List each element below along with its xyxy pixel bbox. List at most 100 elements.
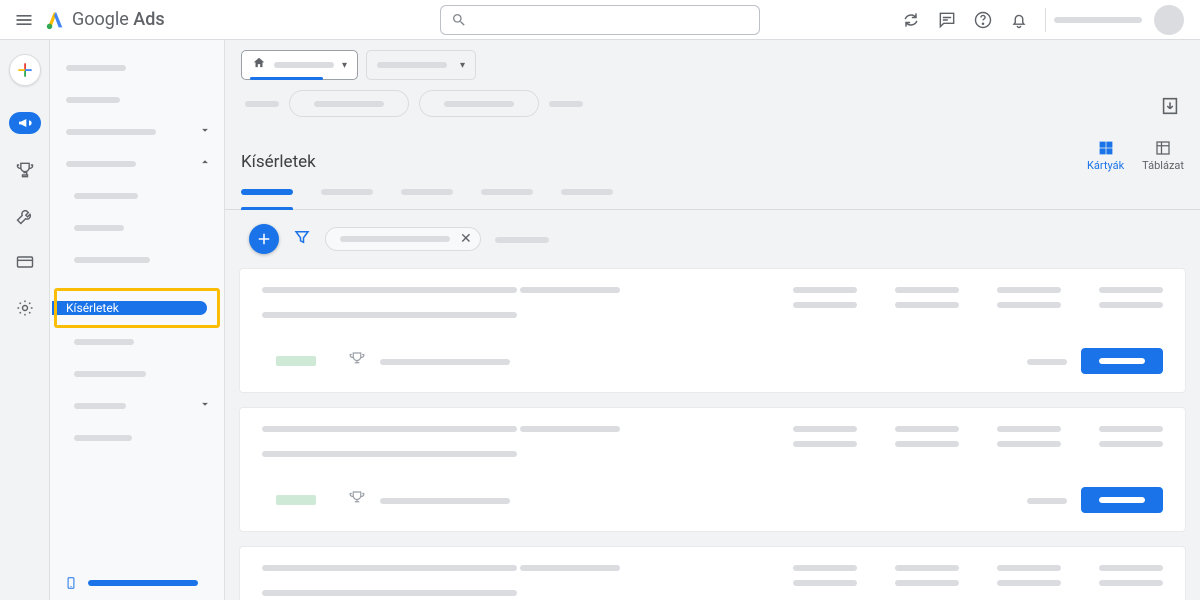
trophy-icon	[15, 160, 35, 180]
section-nav-item[interactable]	[50, 52, 224, 84]
trophy-icon	[348, 489, 366, 511]
avatar[interactable]	[1154, 5, 1184, 35]
tab[interactable]	[321, 184, 373, 209]
metric-column	[793, 565, 857, 600]
tab[interactable]	[561, 184, 613, 209]
plus-icon	[255, 230, 273, 248]
home-icon	[252, 56, 266, 74]
experiment-subtitle	[520, 426, 620, 432]
view-switch-label: Kártyák	[1087, 159, 1124, 172]
primary-action-button[interactable]	[1081, 348, 1163, 374]
section-nav-subitem[interactable]	[50, 358, 224, 390]
metric-column	[895, 287, 959, 322]
table-view-icon	[1154, 139, 1172, 157]
primary-action-button[interactable]	[1081, 487, 1163, 513]
account-switcher[interactable]	[1054, 17, 1142, 23]
rail-item-admin[interactable]	[15, 298, 35, 318]
download-icon	[1159, 95, 1181, 117]
experiment-title[interactable]	[262, 287, 517, 293]
main-content: ▾ ▾ Kísérletek Kártyák	[225, 40, 1200, 600]
breadcrumb-item[interactable]	[549, 96, 583, 111]
notifications-button[interactable]	[1001, 2, 1037, 38]
top-app-bar: Google Ads	[0, 0, 1200, 40]
chevron-down-icon	[198, 397, 212, 415]
section-nav-subitem[interactable]	[50, 180, 224, 212]
section-nav-item-experiments[interactable]: Kísérletek	[52, 301, 207, 315]
device-icon	[64, 576, 78, 590]
metric-column	[895, 565, 959, 600]
breadcrumb-chip[interactable]	[419, 90, 539, 117]
metric-column	[895, 426, 959, 461]
section-nav-subitem[interactable]	[50, 326, 224, 358]
campaign-scope-dropdown[interactable]: ▾	[366, 50, 476, 80]
refresh-icon	[901, 10, 921, 30]
view-switch-table[interactable]: Táblázat	[1142, 139, 1184, 172]
metric-column	[1099, 426, 1163, 461]
rail-item-goals[interactable]	[15, 160, 35, 180]
metric-column	[1099, 565, 1163, 600]
section-nav-item[interactable]	[50, 148, 224, 180]
filter-bar: ✕	[225, 210, 1200, 268]
refresh-button[interactable]	[893, 2, 929, 38]
help-icon	[973, 10, 993, 30]
funnel-icon	[293, 228, 311, 246]
left-icon-rail	[0, 40, 50, 600]
global-search-input[interactable]	[475, 12, 749, 27]
experiment-card	[239, 407, 1186, 532]
status-badge	[262, 491, 330, 509]
google-ads-logo-icon	[44, 9, 66, 31]
metric-column	[793, 426, 857, 461]
tab[interactable]	[401, 184, 453, 209]
help-button[interactable]	[965, 2, 1001, 38]
nav-footer-link[interactable]	[64, 576, 198, 590]
section-nav-subitem[interactable]	[50, 390, 224, 422]
brand: Google Ads	[44, 9, 165, 31]
chevron-up-icon	[198, 155, 212, 173]
section-nav-subitem[interactable]	[50, 212, 224, 244]
metric-column	[997, 426, 1061, 461]
section-nav-subitem[interactable]	[50, 422, 224, 454]
experiment-description	[262, 451, 517, 457]
menu-button[interactable]	[12, 8, 36, 32]
experiment-title[interactable]	[262, 426, 517, 432]
remove-filter-icon[interactable]: ✕	[460, 231, 472, 247]
create-button[interactable]	[9, 54, 41, 86]
view-switch: Kártyák Táblázat	[1087, 139, 1184, 172]
caret-down-icon: ▾	[460, 60, 465, 71]
nav-footer-label	[88, 580, 198, 586]
gear-icon	[15, 298, 35, 318]
filter-button[interactable]	[293, 228, 311, 250]
rail-item-billing[interactable]	[15, 252, 35, 272]
metric-column	[1099, 287, 1163, 322]
experiment-description	[262, 590, 517, 596]
experiment-card	[239, 546, 1186, 600]
experiment-card-list	[225, 268, 1200, 600]
global-search[interactable]	[440, 5, 760, 35]
tab[interactable]	[241, 184, 293, 209]
result-summary	[380, 493, 510, 508]
secondary-action[interactable]	[1027, 493, 1067, 508]
brand-name: Google Ads	[72, 9, 165, 30]
messages-button[interactable]	[929, 2, 965, 38]
tab[interactable]	[481, 184, 533, 209]
caret-down-icon: ▾	[342, 60, 347, 71]
section-nav-item[interactable]	[50, 116, 224, 148]
experiment-title[interactable]	[262, 565, 517, 571]
rail-item-tools[interactable]	[15, 206, 35, 226]
add-experiment-button[interactable]	[249, 224, 279, 254]
account-scope-dropdown[interactable]: ▾	[241, 50, 358, 80]
breadcrumb-item[interactable]	[245, 96, 279, 111]
rail-item-campaigns[interactable]	[9, 112, 41, 134]
breadcrumb-chip[interactable]	[289, 90, 409, 117]
section-nav-subitem[interactable]	[50, 244, 224, 276]
section-nav-item-label: Kísérletek	[66, 301, 119, 315]
cards-view-icon	[1097, 139, 1115, 157]
active-filter-chip[interactable]: ✕	[325, 227, 481, 251]
view-switch-cards[interactable]: Kártyák	[1087, 139, 1124, 172]
download-button[interactable]	[1152, 88, 1188, 124]
scope-selector-row: ▾ ▾	[225, 40, 1200, 80]
section-nav-item[interactable]	[50, 84, 224, 116]
secondary-action[interactable]	[1027, 354, 1067, 369]
top-actions	[893, 2, 1184, 38]
trophy-icon	[348, 350, 366, 372]
